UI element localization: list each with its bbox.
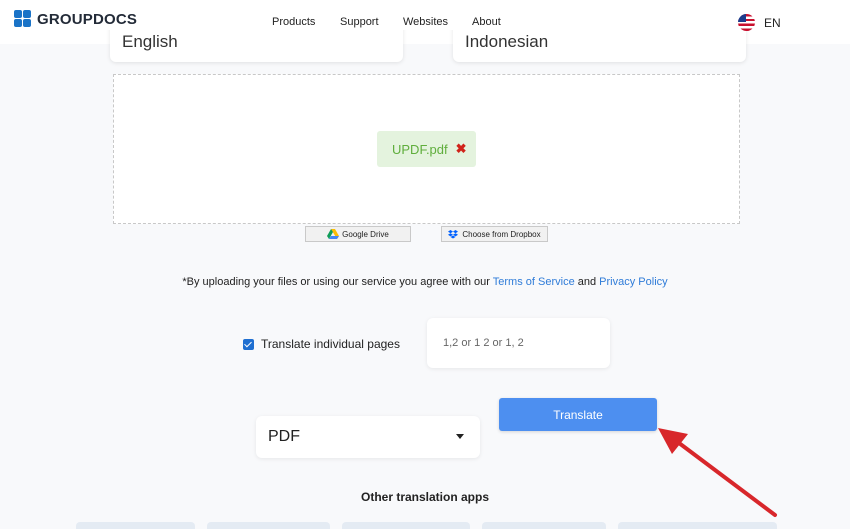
- source-language-value: English: [122, 32, 178, 51]
- terms-prefix: *By uploading your files or using our se…: [182, 276, 493, 288]
- translate-pages-label: Translate individual pages: [261, 337, 400, 351]
- annotation-arrow-icon: [658, 428, 777, 517]
- terms-conjunction: and: [574, 276, 600, 288]
- file-name: UPDF.pdf: [392, 141, 448, 157]
- chevron-down-icon: [456, 434, 464, 439]
- nav-about[interactable]: About: [472, 16, 501, 28]
- nav-products[interactable]: Products: [272, 16, 315, 28]
- dropbox-label: Choose from Dropbox: [462, 229, 541, 239]
- main-nav-overlay: Products Support Websites About: [0, 16, 850, 30]
- dropbox-button[interactable]: Choose from Dropbox: [441, 226, 548, 242]
- google-drive-label: Google Drive: [342, 229, 389, 239]
- terms-notice: *By uploading your files or using our se…: [0, 276, 850, 288]
- output-format-value: PDF: [268, 428, 300, 445]
- uploaded-file-chip: UPDF.pdf ✖: [377, 131, 476, 167]
- other-app-card[interactable]: [482, 522, 606, 529]
- language-code: EN: [764, 15, 781, 30]
- dropbox-icon: [448, 229, 459, 238]
- translate-pages-option[interactable]: Translate individual pages: [243, 337, 400, 351]
- google-drive-button[interactable]: Google Drive: [305, 226, 411, 242]
- pages-input[interactable]: [427, 318, 610, 368]
- language-switcher-overlay[interactable]: EN: [738, 14, 781, 31]
- translate-pages-checkbox[interactable]: [243, 338, 254, 350]
- other-app-card[interactable]: [618, 522, 777, 529]
- nav-websites[interactable]: Websites: [403, 16, 448, 28]
- target-language-value: Indonesian: [465, 32, 549, 51]
- output-format-select[interactable]: PDF: [256, 416, 480, 458]
- other-app-card[interactable]: [76, 522, 195, 529]
- us-flag-icon: [738, 14, 755, 31]
- translate-button[interactable]: Translate: [499, 398, 657, 431]
- other-app-card[interactable]: [207, 522, 330, 529]
- terms-of-service-link[interactable]: Terms of Service: [493, 276, 575, 288]
- privacy-policy-link[interactable]: Privacy Policy: [599, 276, 667, 288]
- nav-support[interactable]: Support: [340, 16, 379, 28]
- other-apps-heading: Other translation apps: [360, 490, 490, 504]
- google-drive-icon: [327, 229, 340, 239]
- close-icon[interactable]: ✖: [456, 141, 467, 157]
- other-app-card[interactable]: [342, 522, 470, 529]
